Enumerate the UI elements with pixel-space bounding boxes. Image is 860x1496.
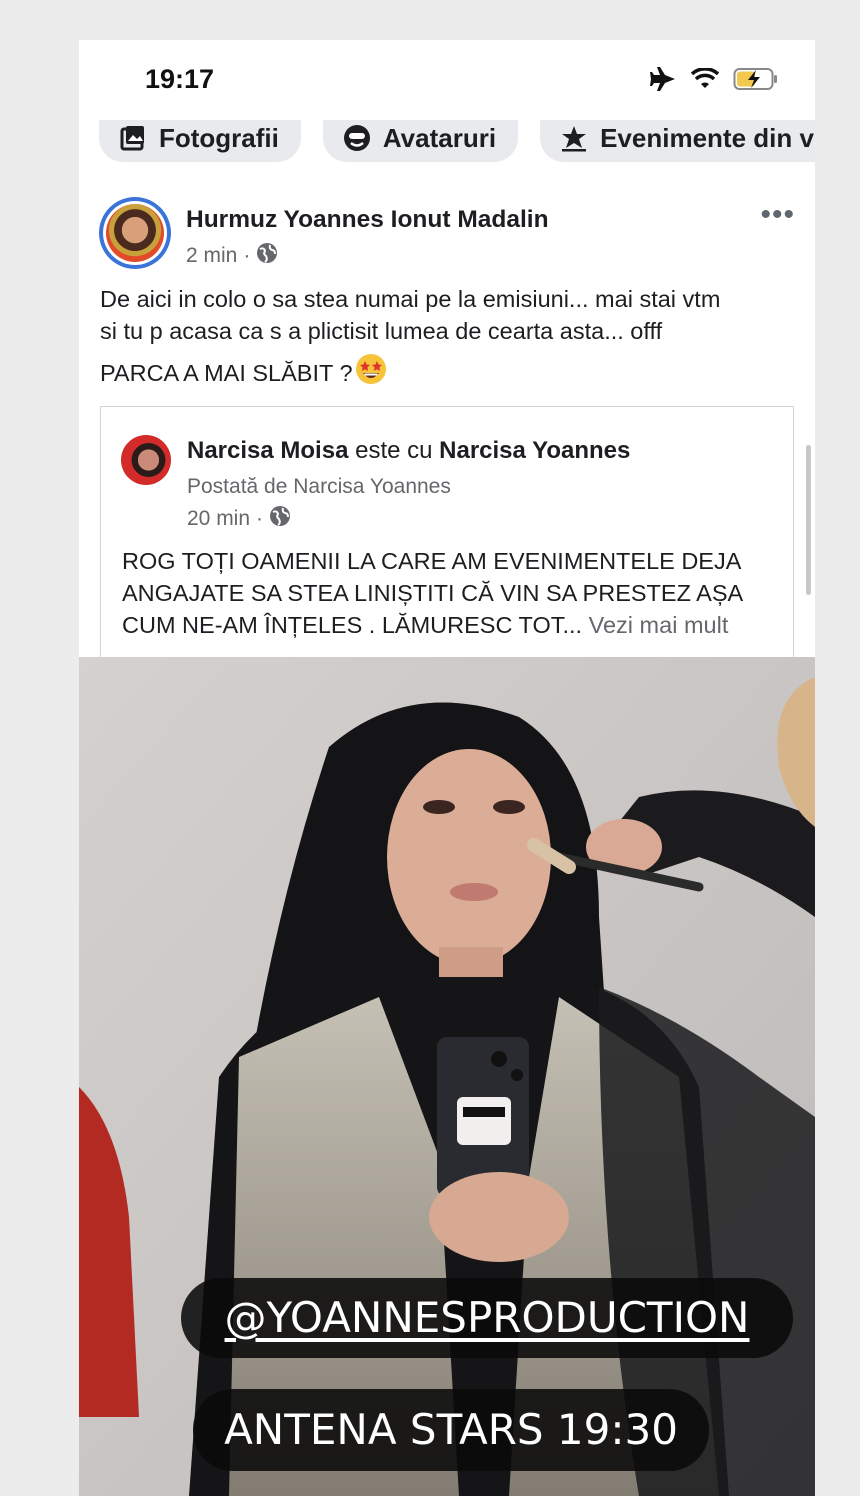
- status-bar: 19:17: [79, 40, 815, 120]
- phone-screen: 19:17 Fotografii Avataruri Evenimente di…: [79, 40, 815, 1496]
- status-icons: [649, 66, 779, 92]
- shared-posted-by: Postată de Narcisa Yoannes: [187, 475, 451, 498]
- shared-post-title: Narcisa Moisa este cu Narcisa Yoannes: [187, 437, 630, 465]
- battery-charging-icon: [733, 67, 779, 91]
- meta-separator: ·: [243, 244, 251, 267]
- story-text-tag: ANTENA STARS 19:30: [193, 1389, 709, 1471]
- see-more-link[interactable]: Vezi mai mult: [589, 612, 729, 638]
- more-options-button[interactable]: •••: [760, 200, 795, 230]
- star-struck-emoji-icon: [355, 353, 387, 393]
- chip-avatars[interactable]: Avataruri: [322, 114, 519, 162]
- author-avatar[interactable]: [99, 197, 171, 269]
- shared-tagged-name[interactable]: Narcisa Yoannes: [439, 437, 630, 464]
- chip-events[interactable]: Evenimente din v: [540, 114, 815, 162]
- story-mention-tag[interactable]: @YOANNESPRODUCTION: [181, 1278, 793, 1358]
- status-time: 19:17: [145, 64, 215, 94]
- shared-text-line: ANGAJATE SA STEA LINIȘTITI CĂ VIN SA PRE…: [122, 580, 744, 606]
- airplane-icon: [649, 66, 677, 92]
- chip-photos[interactable]: Fotografii: [99, 114, 301, 162]
- shared-connector: este cu: [348, 437, 440, 464]
- star-event-icon: [560, 124, 588, 152]
- post-text-line: De aici in colo o sa stea numai pe la em…: [100, 286, 721, 312]
- shared-text-line: ROG TOȚI OAMENII LA CARE AM EVENIMENTELE…: [122, 548, 742, 574]
- chip-label: Evenimente din v: [600, 122, 814, 153]
- post-text: De aici in colo o sa stea numai pe la em…: [100, 283, 800, 393]
- globe-icon: [269, 505, 291, 533]
- meta-separator: ·: [256, 507, 264, 530]
- post-time[interactable]: 2 min: [186, 244, 237, 268]
- avatar-photo: [106, 204, 164, 262]
- shared-post-text: ROG TOȚI OAMENII LA CARE AM EVENIMENTELE…: [122, 545, 782, 641]
- avatar-icon: [343, 124, 371, 152]
- globe-icon: [256, 242, 278, 270]
- wifi-icon: [691, 68, 719, 90]
- post-photo[interactable]: [79, 657, 815, 1496]
- shared-author-name[interactable]: Narcisa Moisa: [187, 437, 348, 464]
- shared-post-card[interactable]: Narcisa Moisa este cu Narcisa Yoannes Po…: [100, 406, 794, 666]
- post-author-name[interactable]: Hurmuz Yoannes Ionut Madalin: [186, 206, 549, 234]
- post-text-line: PARCA A MAI SLĂBIT ?: [100, 360, 353, 386]
- post-meta: 2 min ·: [186, 242, 278, 270]
- chip-label: Avataruri: [382, 122, 497, 153]
- shared-post-time[interactable]: 20 min: [187, 507, 250, 531]
- filter-chips: Fotografii Avataruri Evenimente din v: [99, 114, 815, 162]
- post-text-line: si tu p acasa ca s a plictisit lumea de …: [100, 318, 663, 344]
- shared-author-avatar[interactable]: [121, 435, 171, 485]
- photo-icon: [119, 124, 147, 152]
- chip-label: Fotografii: [159, 122, 279, 153]
- shared-text-line: CUM NE-AM ÎNȚELES . LĂMURESC TOT...: [122, 612, 583, 638]
- shared-post-meta: 20 min ·: [187, 505, 291, 533]
- scrollbar-thumb[interactable]: [806, 445, 811, 595]
